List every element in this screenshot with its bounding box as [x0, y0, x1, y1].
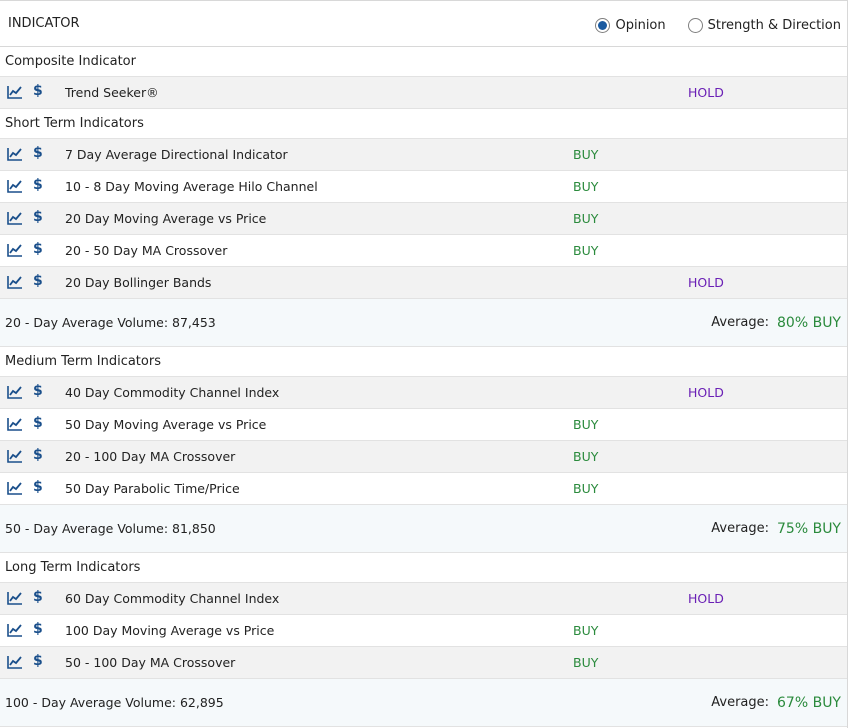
average-value: 75% BUY — [777, 520, 841, 537]
opinion-hold: HOLD — [688, 85, 724, 100]
indicator-row: $20 Day Bollinger Bands HOLD — [0, 267, 847, 299]
opinion-hold: HOLD — [688, 385, 724, 400]
indicator-name: 20 Day Moving Average vs Price — [65, 211, 267, 226]
opinion-buy: BUY — [573, 417, 599, 432]
dollar-icon[interactable]: $ — [33, 177, 43, 193]
indicator-row: $60 Day Commodity Channel Index HOLD — [0, 583, 847, 615]
line-chart-icon[interactable] — [7, 147, 23, 161]
average-opinion: Average: 75% BUY — [711, 521, 841, 537]
line-chart-icon[interactable] — [7, 385, 23, 399]
average-opinion: Average: 67% BUY — [711, 695, 841, 711]
dollar-icon[interactable]: $ — [33, 145, 43, 161]
line-chart-icon[interactable] — [7, 655, 23, 669]
average-volume: 100 - Day Average Volume: 62,895 — [5, 695, 224, 710]
section-title-long-term: Long Term Indicators — [0, 553, 847, 583]
line-chart-icon[interactable] — [7, 243, 23, 257]
average-value: 67% BUY — [777, 694, 841, 711]
dollar-icon[interactable]: $ — [33, 241, 43, 257]
opinion-radio[interactable]: Opinion — [595, 17, 666, 33]
view-mode-radio-group: Opinion Strength & Direction — [595, 17, 841, 33]
section-title-medium-term: Medium Term Indicators — [0, 347, 847, 377]
average-value: 80% BUY — [777, 314, 841, 331]
average-summary-row: 50 - Day Average Volume: 81,850 Average: 7… — [0, 505, 847, 553]
indicator-name: 20 - 100 Day MA Crossover — [65, 449, 236, 464]
dollar-icon[interactable]: $ — [33, 273, 43, 289]
opinion-radio-circle[interactable] — [595, 17, 611, 33]
indicator-name: 10 - 8 Day Moving Average Hilo Channel — [65, 179, 318, 194]
strength-direction-radio-circle[interactable] — [687, 17, 703, 33]
indicator-header: INDICATOR Opinion Strength & Direction — [0, 4, 847, 47]
indicator-name: 20 Day Bollinger Bands — [65, 275, 212, 290]
opinion-buy: BUY — [573, 481, 599, 496]
indicator-row: $ Trend Seeker® HOLD — [0, 77, 847, 109]
indicator-sections: Composite Indicator $ Trend Seeker® HOLD Sho… — [0, 47, 847, 727]
opinion-buy: BUY — [573, 655, 599, 670]
indicator-row: $50 Day Parabolic Time/Price BUY — [0, 473, 847, 505]
dollar-icon[interactable]: $ — [33, 621, 43, 637]
section-title-short-term: Short Term Indicators — [0, 109, 847, 139]
indicator-row: $7 Day Average Directional Indicator BUY — [0, 139, 847, 171]
average-volume: 20 - Day Average Volume: 87,453 — [5, 315, 216, 330]
line-chart-icon[interactable] — [7, 623, 23, 637]
opinion-hold: HOLD — [688, 591, 724, 606]
dollar-icon[interactable]: $ — [33, 415, 43, 431]
dollar-icon[interactable]: $ — [33, 209, 43, 225]
indicator-name: 40 Day Commodity Channel Index — [65, 385, 280, 400]
indicator-name: Trend Seeker® — [65, 85, 159, 100]
opinion-buy: BUY — [573, 623, 599, 638]
section-title-composite: Composite Indicator — [0, 47, 847, 77]
average-opinion: Average: 80% BUY — [711, 315, 841, 331]
average-label: Average: — [711, 695, 770, 710]
indicator-name: 100 Day Moving Average vs Price — [65, 623, 275, 638]
average-volume: 50 - Day Average Volume: 81,850 — [5, 521, 216, 536]
indicator-row: $40 Day Commodity Channel Index HOLD — [0, 377, 847, 409]
indicator-name: 50 - 100 Day MA Crossover — [65, 655, 236, 670]
average-label: Average: — [711, 521, 770, 536]
indicator-row: $20 Day Moving Average vs Price BUY — [0, 203, 847, 235]
indicator-row: $20 - 50 Day MA Crossover BUY — [0, 235, 847, 267]
line-chart-icon[interactable] — [7, 417, 23, 431]
dollar-icon[interactable]: $ — [33, 479, 43, 495]
average-summary-row: 100 - Day Average Volume: 62,895 Average:… — [0, 679, 847, 727]
indicator-panel: INDICATOR Opinion Strength & Direction C… — [0, 0, 848, 728]
opinion-buy: BUY — [573, 211, 599, 226]
line-chart-icon[interactable] — [7, 179, 23, 193]
dollar-icon[interactable]: $ — [33, 447, 43, 463]
opinion-buy: BUY — [573, 449, 599, 464]
indicator-row: $50 Day Moving Average vs Price BUY — [0, 409, 847, 441]
strength-direction-radio-label[interactable]: Strength & Direction — [708, 18, 841, 33]
line-chart-icon[interactable] — [7, 275, 23, 289]
strength-direction-radio[interactable]: Strength & Direction — [687, 17, 841, 33]
line-chart-icon[interactable] — [7, 85, 23, 99]
indicator-name: 50 Day Parabolic Time/Price — [65, 481, 240, 496]
indicator-row: $50 - 100 Day MA Crossover BUY — [0, 647, 847, 679]
dollar-icon[interactable]: $ — [33, 653, 43, 669]
opinion-radio-label[interactable]: Opinion — [615, 18, 665, 33]
dollar-icon[interactable]: $ — [33, 383, 43, 399]
line-chart-icon[interactable] — [7, 481, 23, 495]
indicator-row: $100 Day Moving Average vs Price BUY — [0, 615, 847, 647]
indicator-row: $10 - 8 Day Moving Average Hilo Channel B… — [0, 171, 847, 203]
line-chart-icon[interactable] — [7, 211, 23, 225]
indicator-name: 60 Day Commodity Channel Index — [65, 591, 280, 606]
opinion-buy: BUY — [573, 243, 599, 258]
dollar-icon[interactable]: $ — [33, 589, 43, 605]
opinion-buy: BUY — [573, 147, 599, 162]
header-title: INDICATOR — [8, 16, 80, 31]
indicator-row: $20 - 100 Day MA Crossover BUY — [0, 441, 847, 473]
dollar-icon[interactable]: $ — [33, 83, 43, 99]
line-chart-icon[interactable] — [7, 591, 23, 605]
opinion-hold: HOLD — [688, 275, 724, 290]
indicator-name: 50 Day Moving Average vs Price — [65, 417, 267, 432]
average-summary-row: 20 - Day Average Volume: 87,453 Average: 8… — [0, 299, 847, 347]
average-label: Average: — [711, 315, 770, 330]
indicator-name: 20 - 50 Day MA Crossover — [65, 243, 228, 258]
indicator-name: 7 Day Average Directional Indicator — [65, 147, 288, 162]
line-chart-icon[interactable] — [7, 449, 23, 463]
opinion-buy: BUY — [573, 179, 599, 194]
